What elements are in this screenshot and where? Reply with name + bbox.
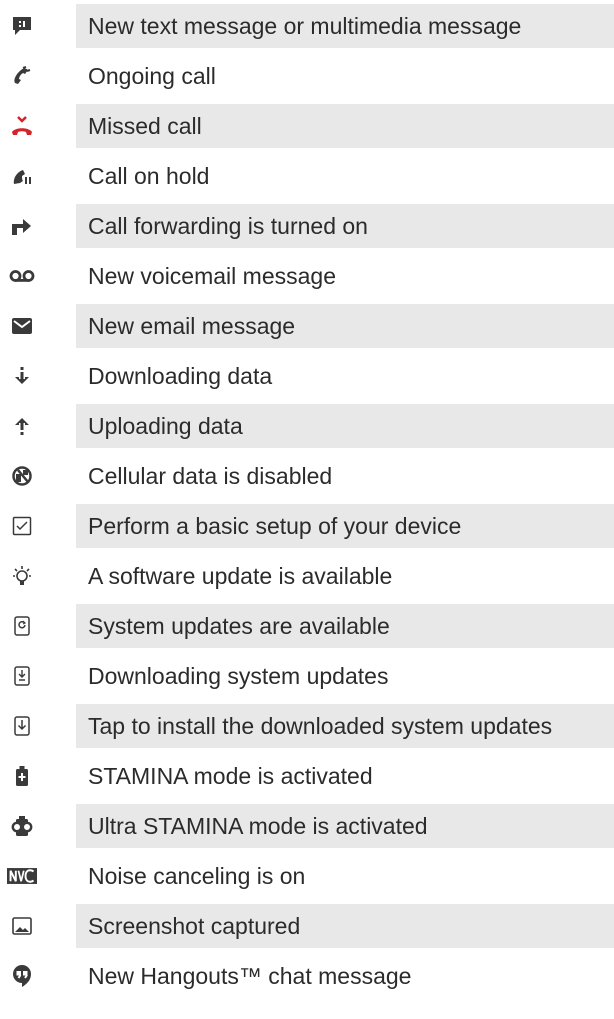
list-item-uploading-data: Uploading data: [0, 404, 614, 448]
list-item-label: Ongoing call: [88, 62, 216, 89]
list-item-label: System updates are available: [76, 604, 614, 648]
ongoing-call-icon: [7, 61, 37, 91]
download-icon: [7, 361, 37, 391]
stamina-icon: [7, 761, 37, 791]
hangouts-icon: [7, 961, 37, 991]
list-item-label: New text message or multimedia message: [76, 4, 614, 48]
ultra-stamina-icon: [7, 811, 37, 841]
list-item-label: A software update is available: [88, 562, 393, 589]
list-item-label: New Hangouts™ chat message: [88, 962, 412, 989]
missed-call-icon: [7, 111, 37, 141]
list-item-basic-setup: Perform a basic setup of your device: [0, 504, 614, 548]
list-item-label: Screenshot captured: [76, 904, 614, 948]
downloading-system-update-icon: [7, 661, 37, 691]
list-item-downloading-system-updates: Downloading system updates: [0, 654, 614, 698]
system-update-icon: [7, 611, 37, 641]
call-on-hold-icon: [7, 161, 37, 191]
list-item-missed-call: Missed call: [0, 104, 614, 148]
install-update-icon: [7, 711, 37, 741]
list-item-software-update: A software update is available: [0, 554, 614, 598]
list-item-ultra-stamina: Ultra STAMINA mode is activated: [0, 804, 614, 848]
list-item-ongoing-call: Ongoing call: [0, 54, 614, 98]
email-icon: [7, 311, 37, 341]
list-item-label: Downloading system updates: [88, 662, 389, 689]
software-update-bulb-icon: [7, 561, 37, 591]
list-item-label: Tap to install the downloaded system upd…: [76, 704, 614, 748]
list-item-cellular-data-disabled: Cellular data is disabled: [0, 454, 614, 498]
list-item-label: Call forwarding is turned on: [76, 204, 614, 248]
list-item-noise-canceling: Noise canceling is on: [0, 854, 614, 898]
list-item-stamina: STAMINA mode is activated: [0, 754, 614, 798]
list-item-label: New email message: [76, 304, 614, 348]
list-item-call-on-hold: Call on hold: [0, 154, 614, 198]
list-item-install-updates: Tap to install the downloaded system upd…: [0, 704, 614, 748]
list-item-email: New email message: [0, 304, 614, 348]
call-forwarding-icon: [7, 211, 37, 241]
list-item-downloading-data: Downloading data: [0, 354, 614, 398]
list-item-hangouts: New Hangouts™ chat message: [0, 954, 614, 998]
list-item-label: New voicemail message: [88, 262, 336, 289]
list-item-new-message: New text message or multimedia message: [0, 4, 614, 48]
noise-canceling-icon: [7, 861, 37, 891]
list-item-label: Perform a basic setup of your device: [76, 504, 614, 548]
list-item-label: Noise canceling is on: [88, 862, 306, 889]
list-item-screenshot: Screenshot captured: [0, 904, 614, 948]
setup-checkbox-icon: [7, 511, 37, 541]
new-message-icon: [7, 11, 37, 41]
list-item-call-forwarding: Call forwarding is turned on: [0, 204, 614, 248]
status-icon-list: New text message or multimedia message O…: [0, 0, 614, 1019]
list-item-label: Missed call: [76, 104, 614, 148]
screenshot-icon: [7, 911, 37, 941]
list-item-label: STAMINA mode is activated: [88, 762, 373, 789]
list-item-label: Ultra STAMINA mode is activated: [76, 804, 614, 848]
list-item-voicemail: New voicemail message: [0, 254, 614, 298]
cellular-data-disabled-icon: [7, 461, 37, 491]
list-item-system-updates: System updates are available: [0, 604, 614, 648]
list-item-label: Uploading data: [76, 404, 614, 448]
upload-icon: [7, 411, 37, 441]
voicemail-icon: [7, 261, 37, 291]
list-item-label: Call on hold: [88, 162, 210, 189]
list-item-label: Downloading data: [88, 362, 273, 389]
list-item-label: Cellular data is disabled: [88, 462, 333, 489]
